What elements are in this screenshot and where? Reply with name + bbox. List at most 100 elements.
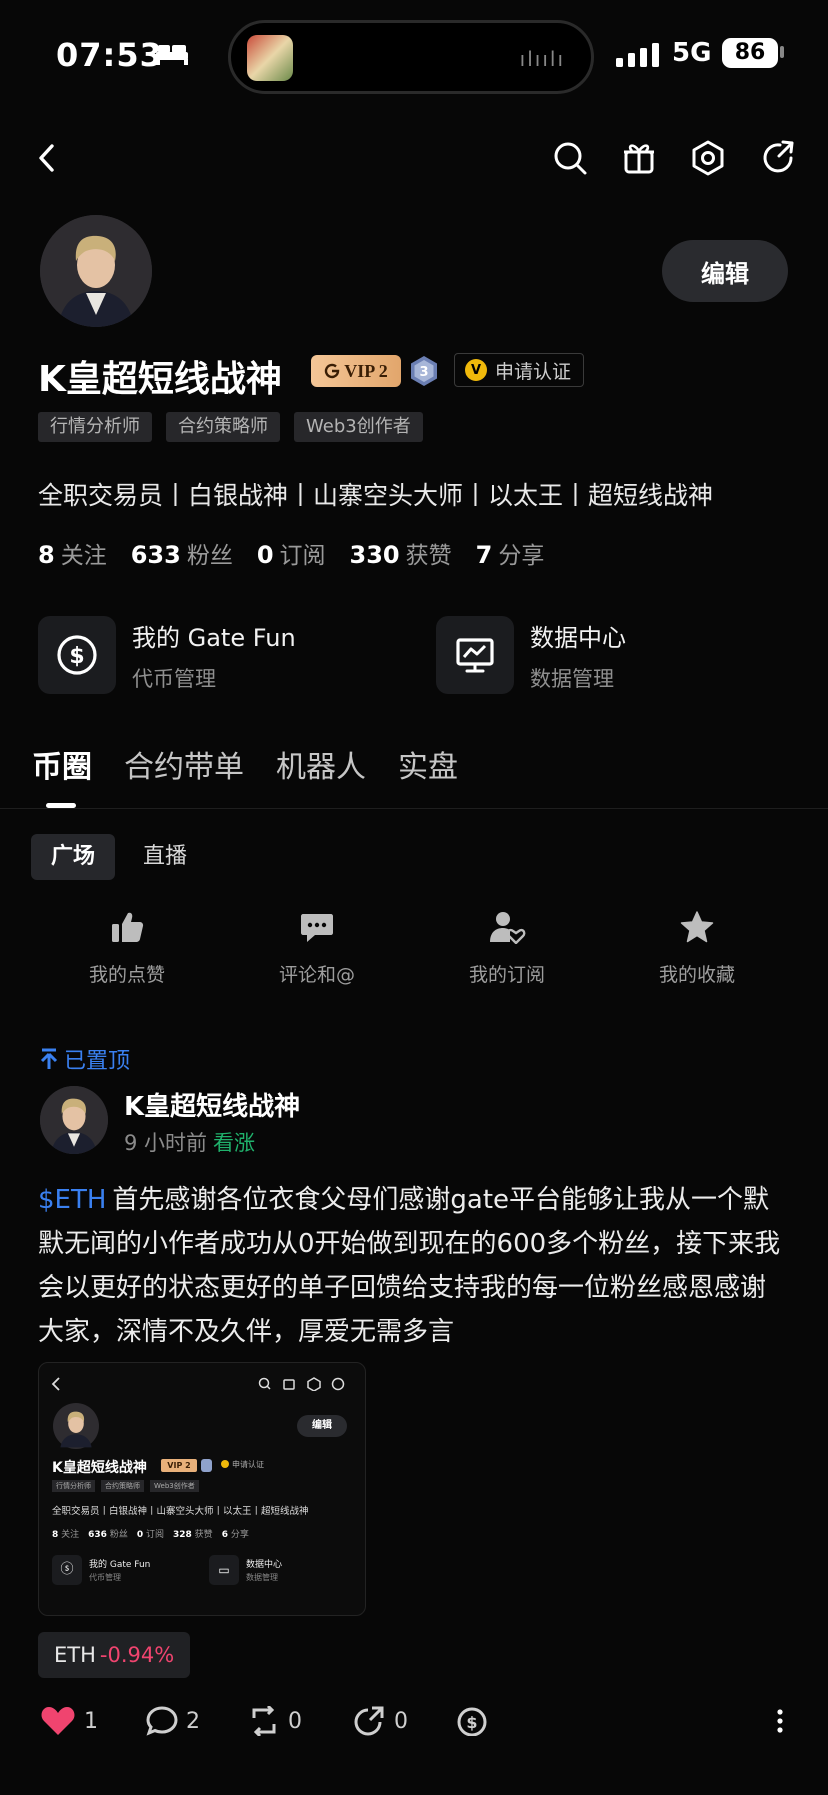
stat-shares[interactable]: 7 分享 bbox=[476, 536, 545, 570]
mini-verify: 申请认证 bbox=[221, 1459, 264, 1470]
like-button[interactable]: 1 bbox=[40, 1706, 98, 1736]
gate-fun-tool[interactable]: $ 我的 Gate Fun 代币管理 bbox=[38, 616, 296, 694]
now-playing-thumbnail bbox=[247, 35, 293, 81]
profile-stats: 8 关注 633 粉丝 0 订阅 330 获赞 7 分享 bbox=[38, 536, 544, 570]
dollar-circle-icon: $ bbox=[38, 616, 116, 694]
edit-profile-button[interactable]: 编辑 bbox=[662, 240, 788, 302]
quick-action-label: 评论和@ bbox=[278, 964, 355, 986]
stat-value: 0 bbox=[256, 541, 274, 569]
post-image[interactable]: 编辑 K皇超短线战神 VIP 2 申请认证 行情分析师 合约策略师 Web3创作… bbox=[38, 1362, 366, 1616]
stat-value: 8 bbox=[38, 541, 55, 569]
level-value: 3 bbox=[419, 365, 428, 380]
mini-tag: 行情分析师 bbox=[52, 1480, 95, 1492]
pin-top-icon bbox=[40, 1048, 58, 1069]
search-icon[interactable] bbox=[550, 138, 590, 178]
coin-tag-eth[interactable]: ETH -0.94% bbox=[38, 1632, 191, 1678]
tab-spot[interactable]: 币圈 bbox=[32, 742, 92, 786]
tip-button[interactable]: $ bbox=[456, 1706, 488, 1736]
mini-edit-button: 编辑 bbox=[297, 1415, 347, 1437]
pinned-text: 已置顶 bbox=[64, 1049, 131, 1074]
comment-icon bbox=[146, 1706, 178, 1736]
battery-level: 86 bbox=[722, 38, 778, 68]
waveform-icon: ılıılı bbox=[519, 47, 565, 71]
mini-stat: 0 订阅 bbox=[137, 1527, 164, 1540]
post-author-name[interactable]: K皇超短线战神 bbox=[124, 1086, 300, 1123]
data-center-tool[interactable]: 数据中心 数据管理 bbox=[436, 616, 626, 694]
chart-monitor-icon bbox=[436, 616, 514, 694]
pinned-label: 已置顶 bbox=[40, 1043, 130, 1075]
quick-action-label: 我的收藏 bbox=[658, 964, 735, 986]
vip-badge[interactable]: VIP 2 bbox=[311, 355, 401, 387]
tab-live-trading[interactable]: 实盘 bbox=[398, 742, 458, 786]
header-icons-mini bbox=[258, 1377, 345, 1391]
bed-icon bbox=[156, 45, 188, 65]
stat-following[interactable]: 8 关注 bbox=[38, 536, 107, 570]
share-post-button[interactable]: 0 bbox=[352, 1706, 408, 1736]
main-tabs: 币圈 合约带单 机器人 实盘 bbox=[32, 742, 458, 786]
tab-copy-trading[interactable]: 合约带单 bbox=[124, 742, 244, 786]
stat-likes[interactable]: 330 获赞 bbox=[350, 536, 452, 570]
cellular-signal-icon bbox=[616, 43, 659, 67]
mini-stat: 8 关注 bbox=[52, 1527, 79, 1540]
more-options-button[interactable] bbox=[774, 1706, 786, 1736]
tab-bots[interactable]: 机器人 bbox=[276, 742, 366, 786]
stat-label: 分享 bbox=[498, 543, 545, 569]
stat-followers[interactable]: 633 粉丝 bbox=[131, 536, 233, 570]
repost-button[interactable]: 0 bbox=[248, 1706, 302, 1736]
post-author-avatar[interactable] bbox=[40, 1086, 108, 1154]
mini-bio: 全职交易员丨白银战神丨山寨空头大师丨以太王丨超短线战神 bbox=[52, 1506, 309, 1517]
back-icon bbox=[51, 1377, 60, 1391]
mini-stat: 328 获赞 bbox=[173, 1527, 213, 1540]
profile-tag: 合约策略师 bbox=[166, 412, 280, 442]
tip-icon: $ bbox=[457, 1707, 487, 1736]
subtab-live[interactable]: 直播 bbox=[123, 834, 207, 880]
mini-stat-label: 粉丝 bbox=[109, 1530, 128, 1540]
mini-stat: 6 分享 bbox=[222, 1527, 249, 1540]
mini-stat-label: 分享 bbox=[230, 1530, 249, 1540]
my-likes-button[interactable]: 我的点赞 bbox=[32, 910, 222, 987]
post-body[interactable]: $ETH 首先感谢各位衣食父母们感谢gate平台能够让我从一个默默无闻的小作者成功… bbox=[38, 1178, 790, 1354]
my-favorites-button[interactable]: 我的收藏 bbox=[602, 910, 792, 987]
comments-mentions-button[interactable]: 评论和@ bbox=[222, 910, 412, 987]
level-badge[interactable]: 3 bbox=[409, 355, 439, 387]
comment-icon bbox=[301, 914, 333, 942]
my-subscriptions-button[interactable]: 我的订阅 bbox=[412, 910, 602, 987]
tool-subtitle: 代币管理 bbox=[132, 666, 216, 691]
mini-dollar-circle-icon: ⓢ bbox=[52, 1555, 82, 1585]
svg-text:$: $ bbox=[69, 644, 84, 669]
mini-tool-subtitle: 代币管理 bbox=[89, 1573, 121, 1582]
dynamic-island[interactable]: ılıılı bbox=[228, 20, 594, 94]
avatar-portrait-image bbox=[53, 1403, 99, 1449]
comment-button[interactable]: 2 bbox=[146, 1706, 200, 1736]
share-icon[interactable] bbox=[758, 138, 798, 178]
mini-verify-label: 申请认证 bbox=[232, 1460, 264, 1469]
tabs-divider bbox=[0, 808, 828, 809]
back-icon[interactable] bbox=[28, 138, 68, 178]
status-time: 07:53 bbox=[56, 36, 163, 74]
coin-change: -0.94% bbox=[99, 1643, 175, 1667]
stat-value: 633 bbox=[130, 541, 181, 569]
mini-tag: Web3创作者 bbox=[150, 1480, 199, 1492]
quick-action-label: 我的订阅 bbox=[468, 964, 545, 986]
mini-tool-title: 数据中心 bbox=[246, 1560, 283, 1570]
mini-stat-value: 0 bbox=[136, 1530, 144, 1540]
mini-tags: 行情分析师 合约策略师 Web3创作者 bbox=[52, 1480, 199, 1492]
tool-title: 我的 Gate Fun bbox=[132, 623, 296, 652]
svg-text:$: $ bbox=[466, 1713, 477, 1732]
gate-logo-icon bbox=[325, 363, 340, 379]
stat-subscriptions[interactable]: 0 订阅 bbox=[257, 536, 326, 570]
mini-tool-subtitle: 数据管理 bbox=[246, 1573, 278, 1582]
subtab-square[interactable]: 广场 bbox=[31, 834, 116, 880]
thumbs-up-icon bbox=[112, 912, 144, 942]
post-ticker-link[interactable]: $ETH bbox=[38, 1185, 106, 1215]
profile-avatar[interactable] bbox=[40, 215, 152, 327]
mini-profile-name: K皇超短线战神 bbox=[52, 1460, 147, 1476]
settings-icon[interactable] bbox=[688, 138, 728, 178]
gift-icon[interactable] bbox=[619, 138, 659, 178]
mini-stat: 636 粉丝 bbox=[88, 1527, 128, 1540]
stat-label: 订阅 bbox=[279, 543, 326, 569]
repost-count: 0 bbox=[288, 1708, 302, 1734]
share-count: 0 bbox=[394, 1708, 408, 1734]
mini-stat-value: 8 bbox=[52, 1530, 59, 1540]
apply-verification-button[interactable]: V 申请认证 bbox=[454, 353, 585, 387]
